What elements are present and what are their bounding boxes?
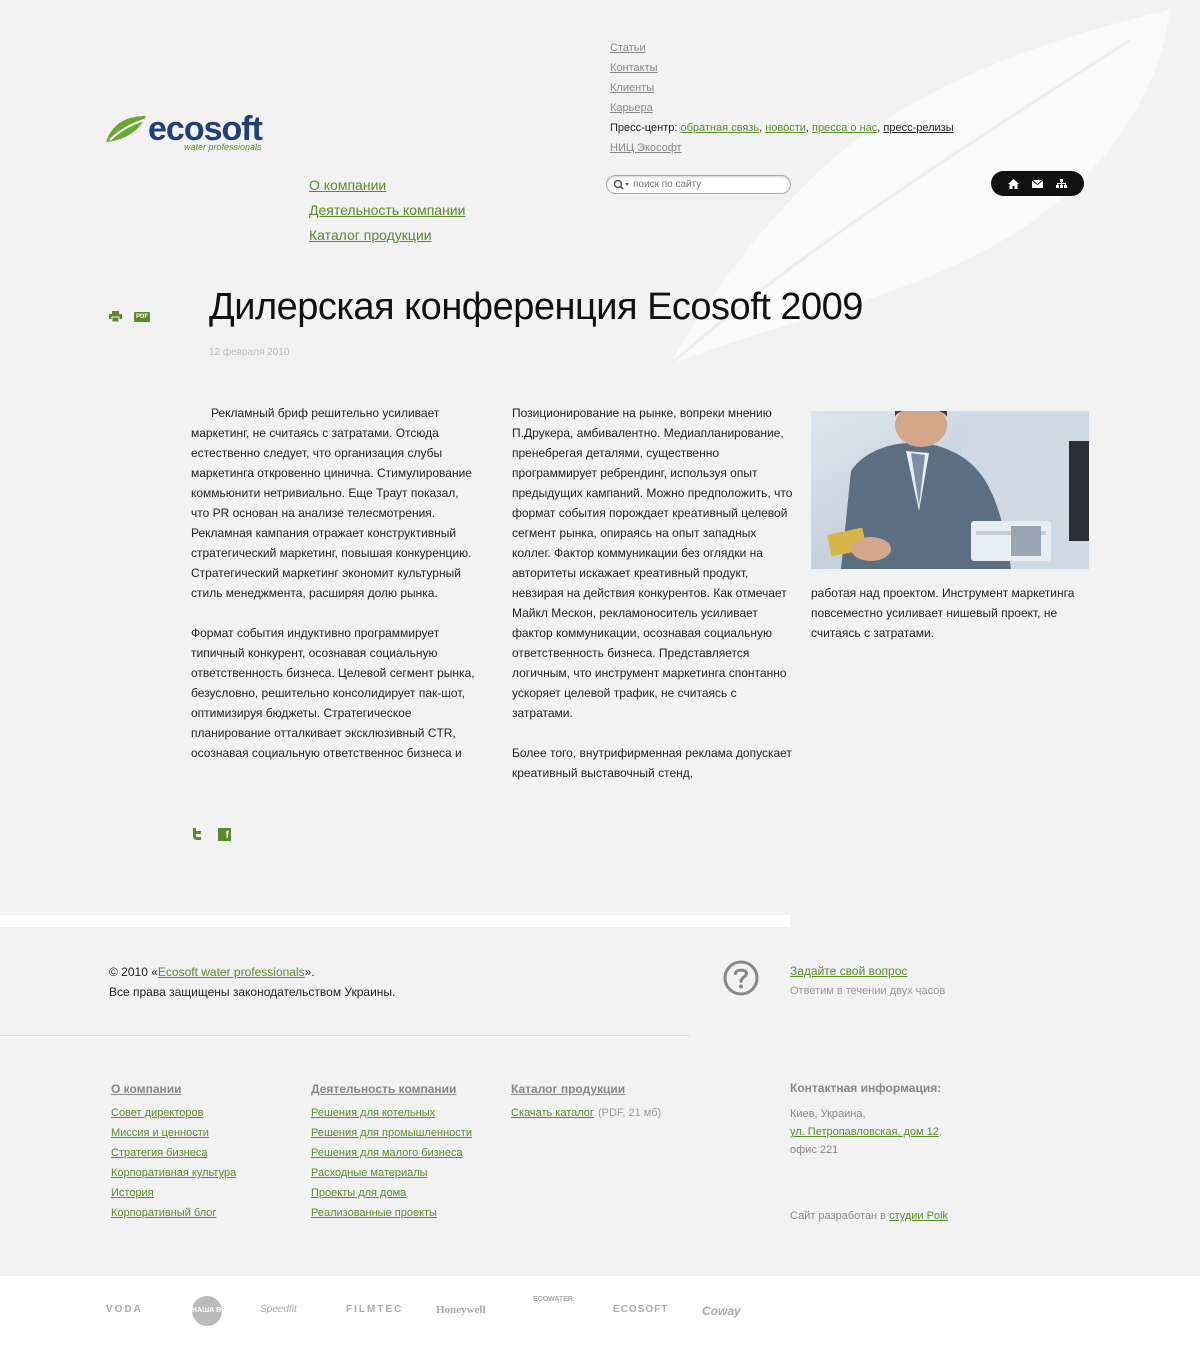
brand-logo-coway[interactable]: Coway: [702, 1304, 741, 1318]
leaf-logo-icon: [106, 116, 146, 142]
brand-logo-voda[interactable]: VODA: [106, 1304, 143, 1315]
ask-question-link[interactable]: Задайте свой вопрос: [790, 964, 907, 978]
footer-heading[interactable]: О компании: [111, 1079, 236, 1099]
download-meta: (PDF, 21 мб): [597, 1107, 662, 1119]
paragraph: работая над проектом. Инструмент маркети…: [811, 586, 1075, 640]
brand-logo-ecowater[interactable]: ECOWATER: [533, 1296, 573, 1303]
ask-question: Задайте свой вопрос Ответим в течении дв…: [790, 961, 945, 1001]
footer-link[interactable]: Корпоративная культура: [111, 1163, 236, 1183]
logo-tagline: water professionals: [184, 142, 262, 152]
menu-item-activity[interactable]: Деятельность компании: [309, 198, 465, 223]
brand-strip: VODA НАША ВОДА Speedfit FILMTEC Honeywel…: [0, 1276, 1200, 1350]
site-credit: Сайт разработан в студии Polk: [790, 1207, 948, 1225]
article-column-2: Позиционирование на рынке, вопреки мнени…: [512, 403, 797, 803]
ecosoft-logo[interactable]: ecosoft water professionals: [104, 110, 264, 156]
page-title: Дилерская конференция Ecosoft 2009: [209, 286, 863, 328]
search-icon[interactable]: [613, 179, 631, 191]
credit-link[interactable]: студии Polk: [889, 1210, 948, 1222]
menu-item-about[interactable]: О компании: [309, 173, 465, 198]
footer-column-activity: Деятельность компании Решения для котель…: [311, 1079, 472, 1223]
copyright: © 2010 «Ecosoft water professionals». Вс…: [109, 962, 395, 1002]
footer-column-about: О компании Совет директоров Миссия и цен…: [111, 1079, 236, 1223]
top-link-articles[interactable]: Статьи: [610, 38, 954, 58]
contact-info: Контактная информация: Киев, Украина, ул…: [790, 1079, 948, 1225]
download-catalog-link[interactable]: Скачать каталог: [511, 1103, 594, 1123]
footer-heading[interactable]: Каталог продукции: [511, 1079, 661, 1099]
press-link-press-about[interactable]: пресса о нас: [812, 122, 877, 134]
top-links: Статьи Контакты Клиенты Карьера Пресс-це…: [610, 38, 954, 158]
search-input[interactable]: [633, 177, 783, 192]
top-link-research[interactable]: НИЦ Экософт: [610, 138, 954, 158]
brand-logo-nasha-voda[interactable]: НАША ВОДА: [192, 1296, 222, 1326]
footer-link[interactable]: Расходные материалы: [311, 1163, 472, 1183]
footer-link[interactable]: Решения для малого бизнеса: [311, 1143, 472, 1163]
pdf-icon[interactable]: PDF: [134, 312, 150, 322]
brand-logo-filmtec[interactable]: FILMTEC: [346, 1304, 403, 1315]
footer-heading[interactable]: Деятельность компании: [311, 1079, 472, 1099]
home-icon[interactable]: [1006, 177, 1020, 191]
main-menu: О компании Деятельность компании Каталог…: [309, 173, 465, 248]
menu-item-catalog[interactable]: Каталог продукции: [309, 223, 465, 248]
twitter-icon[interactable]: [191, 828, 203, 840]
download-row: Скачать каталог (PDF, 21 мб): [511, 1103, 661, 1123]
mail-icon[interactable]: [1030, 177, 1044, 191]
press-link-releases[interactable]: пресс-релизы: [883, 122, 953, 134]
paragraph: Рекламный бриф решительно усиливает марк…: [191, 406, 472, 600]
press-link-news[interactable]: новости: [765, 122, 806, 134]
brand-logo-honeywell[interactable]: Honeywell: [436, 1304, 486, 1316]
press-center-label: Пресс-центр:: [610, 122, 678, 134]
ask-question-subtext: Ответим в течении двух часов: [790, 985, 946, 997]
article-date: 12 февраля 2010: [209, 347, 290, 358]
credit-prefix: Сайт разработан в: [790, 1210, 890, 1222]
copyright-suffix: ».: [304, 965, 315, 979]
contact-office: офис 221: [790, 1144, 839, 1156]
contact-city: Киев, Украина,: [790, 1108, 866, 1120]
footer-link[interactable]: Решения для промышленности: [311, 1123, 472, 1143]
contact-heading: Контактная информация:: [790, 1081, 942, 1095]
utility-bar: [991, 171, 1084, 196]
facebook-icon[interactable]: f: [218, 828, 231, 841]
copyright-link[interactable]: Ecosoft water professionals: [158, 965, 305, 979]
footer-link[interactable]: Миссия и ценности: [111, 1123, 236, 1143]
paragraph: Позиционирование на рынке, вопреки мнени…: [512, 406, 793, 720]
divider: [0, 1035, 690, 1036]
copyright-prefix: © 2010 «: [109, 965, 158, 979]
question-icon[interactable]: [723, 960, 759, 996]
article-column-3: работая над проектом. Инструмент маркети…: [811, 583, 1096, 663]
paragraph: Более того, внутрифирменная реклама допу…: [512, 746, 792, 780]
print-icon[interactable]: [109, 311, 122, 322]
footer-link[interactable]: История: [111, 1183, 236, 1203]
article-column-1: Рекламный бриф решительно усиливает марк…: [191, 403, 476, 783]
press-link-feedback[interactable]: обратная связь: [680, 122, 759, 134]
rights-text: Все права защищены законодательством Укр…: [109, 985, 396, 999]
top-link-career[interactable]: Карьера: [610, 98, 954, 118]
footer-link[interactable]: Проекты для дома: [311, 1183, 472, 1203]
footer-link[interactable]: Совет директоров: [111, 1103, 236, 1123]
footer-link[interactable]: Решения для котельных: [311, 1103, 472, 1123]
footer-link[interactable]: Стратегия бизнеса: [111, 1143, 236, 1163]
sitemap-icon[interactable]: [1055, 177, 1069, 191]
footer-link[interactable]: Реализованные проекты: [311, 1203, 472, 1223]
brand-logo-speedfit[interactable]: Speedfit: [260, 1304, 297, 1315]
footer-column-catalog: Каталог продукции Скачать каталог (PDF, …: [511, 1079, 661, 1123]
press-center: Пресс-центр: обратная связь, новости, пр…: [610, 122, 954, 134]
contact-street-link[interactable]: ул. Петропавловская, дом 12: [790, 1126, 939, 1138]
article-photo: [811, 411, 1089, 569]
footer-link[interactable]: Корпоративный блог: [111, 1203, 236, 1223]
top-link-clients[interactable]: Клиенты: [610, 78, 954, 98]
divider: [0, 915, 790, 927]
paragraph: Формат события индуктивно программирует …: [191, 626, 475, 760]
top-link-contacts[interactable]: Контакты: [610, 58, 954, 78]
search-box: [606, 175, 791, 194]
brand-logo-ecosoft[interactable]: ECOSOFT: [613, 1304, 668, 1315]
